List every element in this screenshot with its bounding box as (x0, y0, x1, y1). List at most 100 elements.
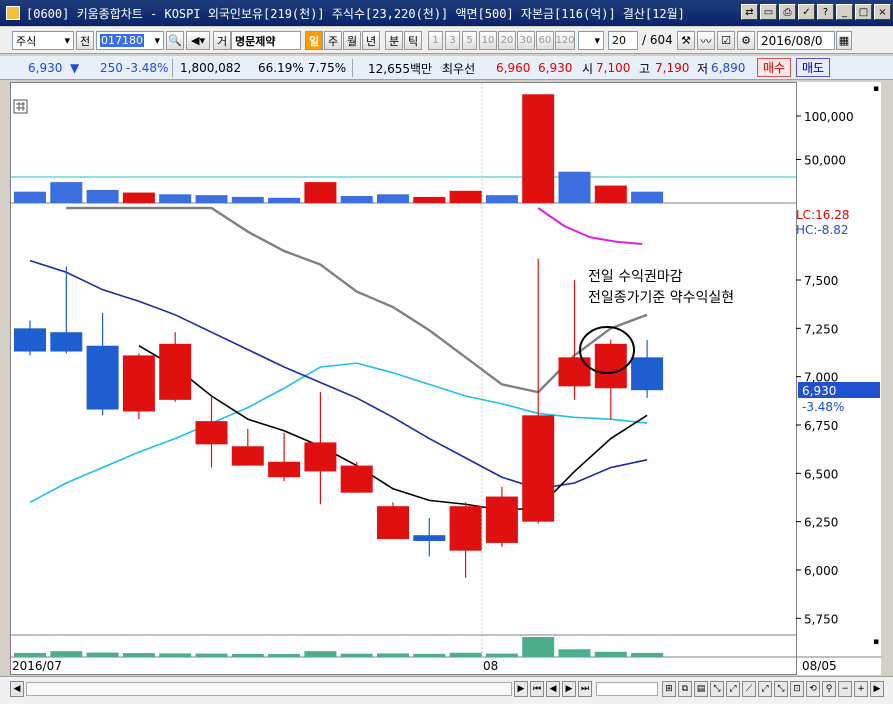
candle-body (522, 415, 555, 522)
price-axis-label: 5,750 (804, 612, 838, 626)
candle-body (631, 357, 664, 391)
arrow-icon[interactable]: ⤡ (710, 681, 724, 697)
x-label-mid: 08 (483, 659, 498, 673)
chart-canvas[interactable]: ▪ ▪ 전일 수익권마감 전일종가기준 약수익실현 7,5007,2507,00… (0, 0, 893, 704)
indicator-bar (122, 653, 155, 657)
candle-body (449, 506, 482, 551)
table-icon[interactable]: ▤ (694, 681, 708, 697)
ratio-icon[interactable]: ⤡ (774, 681, 788, 697)
volume-bar (50, 182, 83, 203)
current-change-tag: -3.48% (802, 400, 844, 414)
volume-bar (122, 192, 155, 203)
indicator-bar (522, 637, 555, 657)
candle-body (122, 355, 155, 412)
fit-icon[interactable]: ⊡ (790, 681, 804, 697)
price-axis-label: 6,000 (804, 564, 838, 578)
lc-label: LC:16.28 (796, 208, 849, 222)
indicator-bar (304, 651, 337, 657)
price-axis-label: 6,250 (804, 516, 838, 530)
x-label-right: 08/05 (802, 659, 837, 673)
candle-body (413, 535, 446, 541)
indicator-bar (558, 649, 591, 657)
oscillator-line (537, 207, 643, 245)
price-axis-label: 7,500 (804, 274, 838, 288)
volume-bar (413, 196, 446, 203)
annotation-text-2: 전일종가기준 약수익실현 (588, 290, 734, 306)
volume-bar (449, 190, 482, 203)
indicator-bar (14, 652, 46, 657)
candle-body (485, 496, 518, 543)
scroll-right-end-icon[interactable]: ▶ (870, 681, 884, 697)
hc-label: HC:-8.82 (796, 223, 849, 237)
volume-bar (522, 94, 555, 203)
indicator-bar (340, 653, 373, 657)
last-icon[interactable]: ⏭ (578, 681, 592, 697)
indicator-bar (195, 653, 228, 657)
volume-bar (159, 194, 192, 203)
indicator-bar (50, 651, 83, 657)
chart-navigator: ◀ ▶ ⏮ ◀ ▶ ⏭ ⊞ ⧉ ▤ ⤡ ⤢ ⟋ ⤢ ⤡ ⊡ ⟲ ⚲ − + ▶ (0, 676, 893, 704)
scroll-left-icon[interactable]: ◀ (10, 681, 24, 697)
reset-icon[interactable]: ⟲ (806, 681, 820, 697)
current-price-tag-text: 6,930 (802, 384, 836, 398)
move-icon[interactable]: ⤢ (726, 681, 740, 697)
volume-axis-label: 50,000 (804, 154, 846, 168)
volume-bar (231, 196, 264, 203)
volume-bar (558, 171, 591, 203)
indicator-bar (413, 653, 446, 657)
scroll-right-icon[interactable]: ▶ (514, 681, 528, 697)
zoom-slider[interactable] (596, 682, 658, 696)
indicator-bar (159, 653, 192, 657)
volume-bar (268, 197, 301, 203)
price-axis-label: 7,250 (804, 322, 838, 336)
volume-bar (195, 195, 228, 203)
indicator-bar (231, 653, 264, 657)
volume-axis-label: 100,000 (804, 110, 854, 124)
candle-body (50, 332, 83, 352)
candle-body (304, 442, 337, 472)
scroll-track[interactable] (26, 682, 512, 696)
price-axis-label: 6,500 (804, 467, 838, 481)
x-label-start: 2016/07 (12, 659, 62, 673)
first-icon[interactable]: ⏮ (530, 681, 544, 697)
zoom-out-icon[interactable]: − (838, 681, 852, 697)
volume-bar (304, 182, 337, 203)
next-page-icon[interactable]: ▶ (562, 681, 576, 697)
volume-bar (86, 189, 119, 203)
close-pane-icon[interactable]: ▪ (873, 84, 879, 94)
line-icon[interactable]: ⟋ (742, 681, 756, 697)
indicator-bar (594, 651, 627, 657)
indicator-bar (86, 652, 119, 657)
zoom-in-icon[interactable]: + (854, 681, 868, 697)
candle-body (14, 328, 46, 352)
candle-body (231, 446, 264, 466)
close-pane-icon[interactable]: ▪ (873, 637, 879, 647)
expand-icon[interactable]: ⤢ (758, 681, 772, 697)
volume-bar (631, 191, 664, 203)
candle-body (159, 343, 192, 400)
indicator-bar (268, 654, 301, 657)
prev-page-icon[interactable]: ◀ (546, 681, 560, 697)
price-axis-label: 6,750 (804, 419, 838, 433)
zoom-icon[interactable]: ⚲ (822, 681, 836, 697)
volume-bar (14, 191, 46, 203)
copy-icon[interactable]: ⧉ (678, 681, 692, 697)
candle-body (340, 465, 373, 493)
candle-body (594, 343, 627, 389)
candle-body (195, 421, 228, 445)
candle-body (558, 357, 591, 387)
indicator-bar (485, 653, 518, 657)
indicator-bar (631, 652, 664, 657)
crosshair-icon[interactable]: ⊞ (662, 681, 676, 697)
annotation-text-1: 전일 수익권마감 (588, 269, 683, 285)
indicator-bar (449, 652, 482, 657)
volume-bar (340, 196, 373, 203)
candle-body (86, 345, 119, 410)
moving-average-line (29, 362, 648, 504)
grid-icon[interactable] (13, 99, 28, 114)
candle-body (377, 506, 409, 540)
volume-bar (377, 194, 409, 203)
indicator-bar (377, 653, 409, 657)
candle-body (268, 461, 301, 478)
volume-bar (485, 195, 518, 203)
